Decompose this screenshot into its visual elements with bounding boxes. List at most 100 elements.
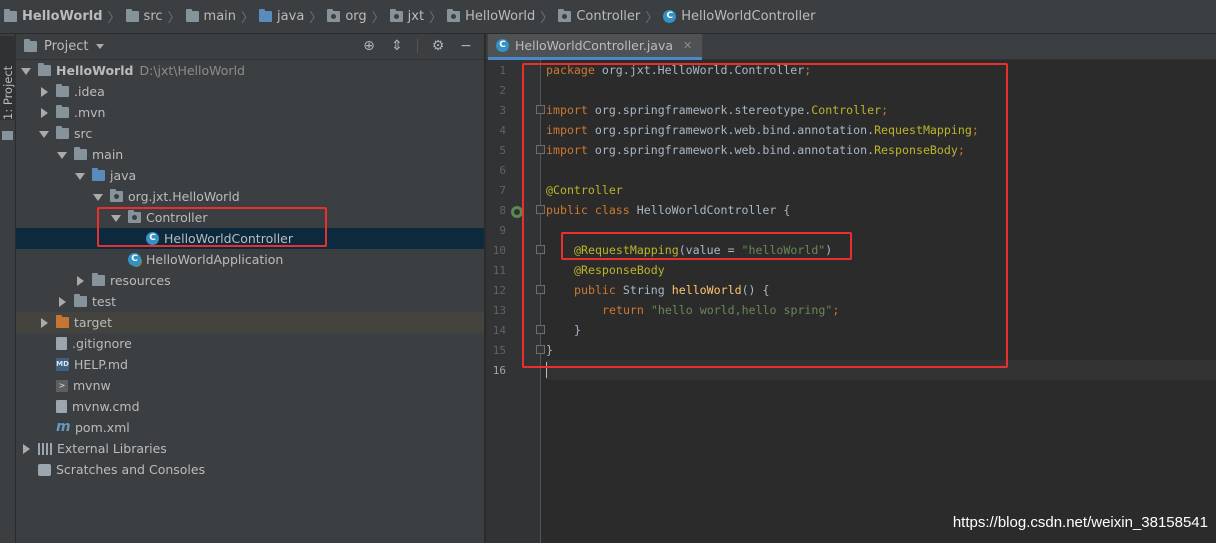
folder-icon	[56, 105, 69, 118]
expand-toggle[interactable]	[20, 443, 32, 455]
project-view-selector[interactable]: Project	[24, 39, 105, 54]
expand-toggle[interactable]	[38, 86, 50, 98]
close-icon[interactable]: ✕	[683, 39, 692, 52]
line-number: 4	[499, 124, 506, 137]
source-folder-icon	[92, 168, 105, 181]
tree-item-pom-xml[interactable]: m pom.xml	[16, 417, 484, 438]
tree-item-java[interactable]: java	[16, 165, 484, 186]
breadcrumb-item-controller[interactable]: Controller	[558, 9, 640, 24]
breadcrumb-separator: 〉	[371, 11, 385, 26]
folder-icon	[185, 9, 199, 22]
project-tree: HelloWorld D:\jxt\HelloWorld .idea .mvn …	[16, 60, 484, 480]
line-number: 1	[499, 64, 506, 77]
folder-icon	[447, 9, 461, 22]
line-number: 12	[492, 284, 506, 297]
folder-icon	[74, 294, 87, 307]
breadcrumb-item-project[interactable]: HelloWorld	[4, 9, 103, 24]
line-number: 13	[492, 304, 506, 317]
class-icon: C	[663, 10, 677, 23]
tree-item-mvn[interactable]: .mvn	[16, 102, 484, 123]
line-number: 7	[499, 184, 506, 197]
folder-icon	[389, 9, 403, 22]
gear-icon[interactable]: ⚙	[430, 38, 446, 54]
breadcrumb-item-main[interactable]: main	[185, 9, 236, 24]
tree-item-external-libraries[interactable]: External Libraries	[16, 438, 484, 459]
breadcrumb-item-java[interactable]: java	[259, 9, 304, 24]
markdown-icon: MD	[56, 358, 69, 371]
file-icon	[56, 400, 67, 413]
folder-icon	[259, 9, 273, 22]
excluded-folder-icon	[56, 315, 69, 328]
tree-item-src[interactable]: src	[16, 123, 484, 144]
watermark: https://blog.csdn.net/weixin_38158541	[952, 514, 1208, 531]
project-panel: Project ⊕ ⇕ ⚙ − HelloWorld D:\jxt\HelloW…	[16, 34, 485, 543]
collapse-all-icon[interactable]: ⇕	[389, 38, 405, 54]
line-number: 14	[492, 324, 506, 337]
line-number: 9	[499, 224, 506, 237]
code-editor: C HelloWorldController.java ✕ 1 2 3 4 5 …	[486, 34, 1216, 543]
folder-icon	[125, 9, 139, 22]
locate-icon[interactable]: ⊕	[361, 38, 377, 54]
breadcrumb-separator: 〉	[309, 11, 323, 26]
expand-toggle[interactable]	[56, 296, 68, 308]
expand-toggle[interactable]	[38, 317, 50, 329]
tool-window-strip: 1: Project	[0, 34, 16, 543]
folder-icon	[74, 147, 87, 160]
resources-folder-icon	[92, 273, 105, 286]
divider	[417, 39, 418, 53]
expand-toggle[interactable]	[38, 107, 50, 119]
project-folder-icon	[38, 63, 51, 76]
line-number: 15	[492, 344, 506, 357]
highlight-box	[561, 232, 852, 260]
tree-item-helloworldapplication[interactable]: C HelloWorldApplication	[16, 249, 484, 270]
class-icon: C	[496, 39, 509, 52]
editor-tab-bar: C HelloWorldController.java ✕	[486, 34, 1216, 60]
expand-toggle[interactable]	[38, 128, 50, 140]
breadcrumb-separator: 〉	[241, 11, 255, 26]
breadcrumb-item-class[interactable]: C HelloWorldController	[663, 9, 815, 24]
breadcrumb-item-src[interactable]: src	[125, 9, 163, 24]
breadcrumb-separator: 〉	[167, 11, 181, 26]
breadcrumb: HelloWorld 〉 src 〉 main 〉 java 〉 org 〉 j…	[0, 0, 1216, 34]
libraries-icon	[38, 442, 52, 455]
tree-item-mvnw-cmd[interactable]: mvnw.cmd	[16, 396, 484, 417]
line-number: 5	[499, 144, 506, 157]
expand-toggle[interactable]	[74, 275, 86, 287]
folder-icon	[558, 9, 572, 22]
scratches-icon	[38, 463, 51, 476]
hide-icon[interactable]: −	[458, 38, 474, 54]
folder-icon	[2, 131, 13, 140]
tree-item-scratches[interactable]: Scratches and Consoles	[16, 459, 484, 480]
line-number: 16	[492, 364, 506, 377]
line-number: 3	[499, 104, 506, 117]
breadcrumb-item-jxt[interactable]: jxt	[389, 9, 424, 24]
tree-item-main[interactable]: main	[16, 144, 484, 165]
line-number: 2	[499, 84, 506, 97]
maven-icon: m	[56, 419, 71, 435]
package-icon	[110, 189, 123, 202]
breadcrumb-item-org[interactable]: org	[327, 9, 367, 24]
tree-item-mvnw[interactable]: > mvnw	[16, 375, 484, 396]
tree-item-gitignore[interactable]: .gitignore	[16, 333, 484, 354]
breadcrumb-separator: 〉	[429, 11, 443, 26]
tree-item-project-root[interactable]: HelloWorld D:\jxt\HelloWorld	[16, 60, 484, 81]
project-tool-tab-label[interactable]: 1: Project	[1, 66, 15, 120]
expand-toggle[interactable]	[92, 191, 104, 203]
expand-toggle[interactable]	[74, 170, 86, 182]
tree-item-help-md[interactable]: MD HELP.md	[16, 354, 484, 375]
tree-item-resources[interactable]: resources	[16, 270, 484, 291]
expand-toggle[interactable]	[20, 65, 32, 77]
tab-helloworldcontroller-java[interactable]: C HelloWorldController.java ✕	[488, 34, 703, 60]
tree-item-test[interactable]: test	[16, 291, 484, 312]
project-panel-header: Project ⊕ ⇕ ⚙ −	[16, 34, 484, 60]
tree-item-package[interactable]: org.jxt.HelloWorld	[16, 186, 484, 207]
breadcrumb-item-helloworld[interactable]: HelloWorld	[447, 9, 535, 24]
breadcrumb-separator: 〉	[107, 11, 121, 26]
line-number: 10	[492, 244, 506, 257]
breadcrumb-separator: 〉	[645, 11, 659, 26]
tree-item-idea[interactable]: .idea	[16, 81, 484, 102]
tree-item-target[interactable]: target	[16, 312, 484, 333]
terminal-icon: >	[56, 379, 68, 392]
folder-icon	[56, 126, 69, 139]
expand-toggle[interactable]	[56, 149, 68, 161]
